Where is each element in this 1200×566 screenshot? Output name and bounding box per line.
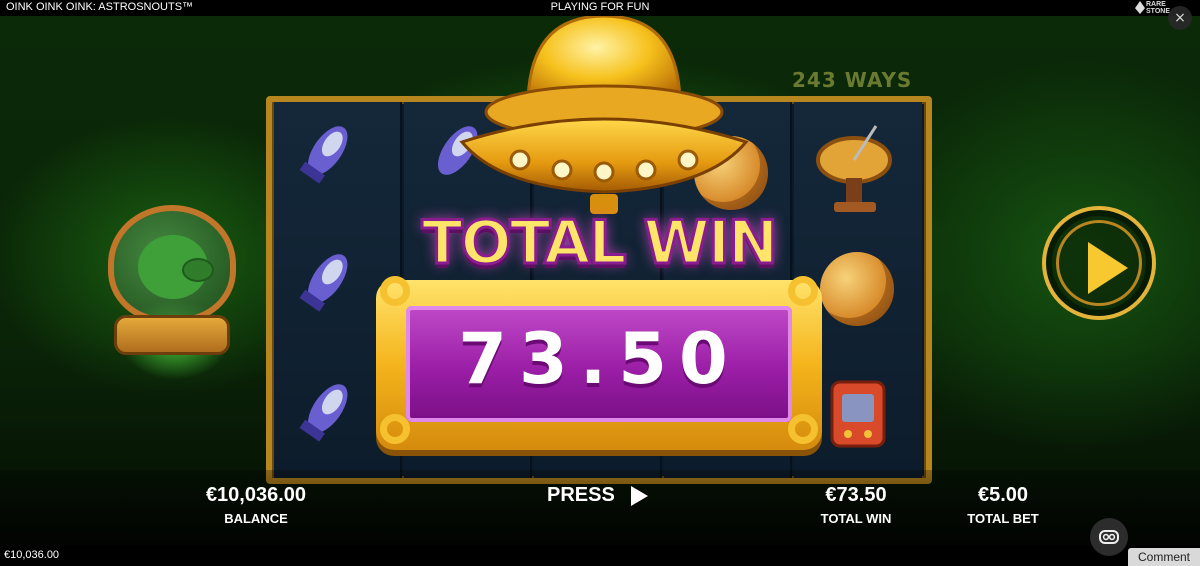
brand-logo: RARE STONE — [1133, 0, 1173, 16]
total-bet-display: €5.00 TOTAL BET — [948, 484, 1058, 526]
total-win-value: €73.50 — [825, 484, 887, 506]
pig-snout — [182, 258, 214, 282]
footer-balance: €10,036.00 — [4, 549, 60, 561]
balance-display: €10,036.00 BALANCE — [176, 484, 336, 526]
total-win-label: TOTAL WIN — [820, 511, 892, 526]
comment-button[interactable]: Comment — [1128, 548, 1200, 566]
press-prompt[interactable]: PRESS — [547, 484, 615, 507]
balance-value: €10,036.00 — [205, 484, 307, 506]
close-button[interactable]: × — [1168, 6, 1192, 30]
rocket-icon — [299, 384, 348, 442]
planet-icon — [820, 252, 894, 326]
pig-base — [114, 315, 230, 355]
plaque-curl — [380, 276, 410, 306]
plaque-curl — [380, 414, 410, 444]
play-mode-label: PLAYING FOR FUN — [550, 1, 650, 13]
footer-bar: €10,036.00 — [0, 546, 1200, 566]
brand-line-1: RARE — [1146, 1, 1166, 8]
ufo-icon — [459, 16, 749, 214]
rocket-icon — [299, 254, 348, 312]
plaque-curl — [788, 414, 818, 444]
brand-line-2: STONE — [1146, 8, 1170, 15]
total-win-amount: 73.50 — [458, 318, 740, 400]
total-bet-value: €5.00 — [977, 484, 1029, 506]
radio-icon — [830, 380, 886, 448]
brand-icon — [1135, 1, 1145, 14]
total-win-title: TOTAL WIN — [420, 207, 779, 280]
total-bet-label: TOTAL BET — [967, 511, 1039, 526]
rocket-icon — [299, 126, 348, 184]
balance-label: BALANCE — [224, 511, 288, 526]
ways-label: 243 WAYS — [792, 68, 913, 92]
close-icon: × — [1174, 10, 1186, 26]
captions-button[interactable] — [1090, 518, 1128, 556]
plaque-curl — [788, 276, 818, 306]
captions-icon — [1099, 530, 1119, 544]
satellite-dish-icon — [816, 125, 892, 212]
top-bar: OINK OINK OINK: ASTROSNOUTS™ PLAYING FOR… — [0, 0, 1200, 16]
press-arrow-icon — [631, 486, 648, 506]
play-icon — [1088, 242, 1128, 294]
spin-button[interactable] — [1042, 206, 1156, 320]
total-win-display: €73.50 TOTAL WIN — [796, 484, 916, 526]
